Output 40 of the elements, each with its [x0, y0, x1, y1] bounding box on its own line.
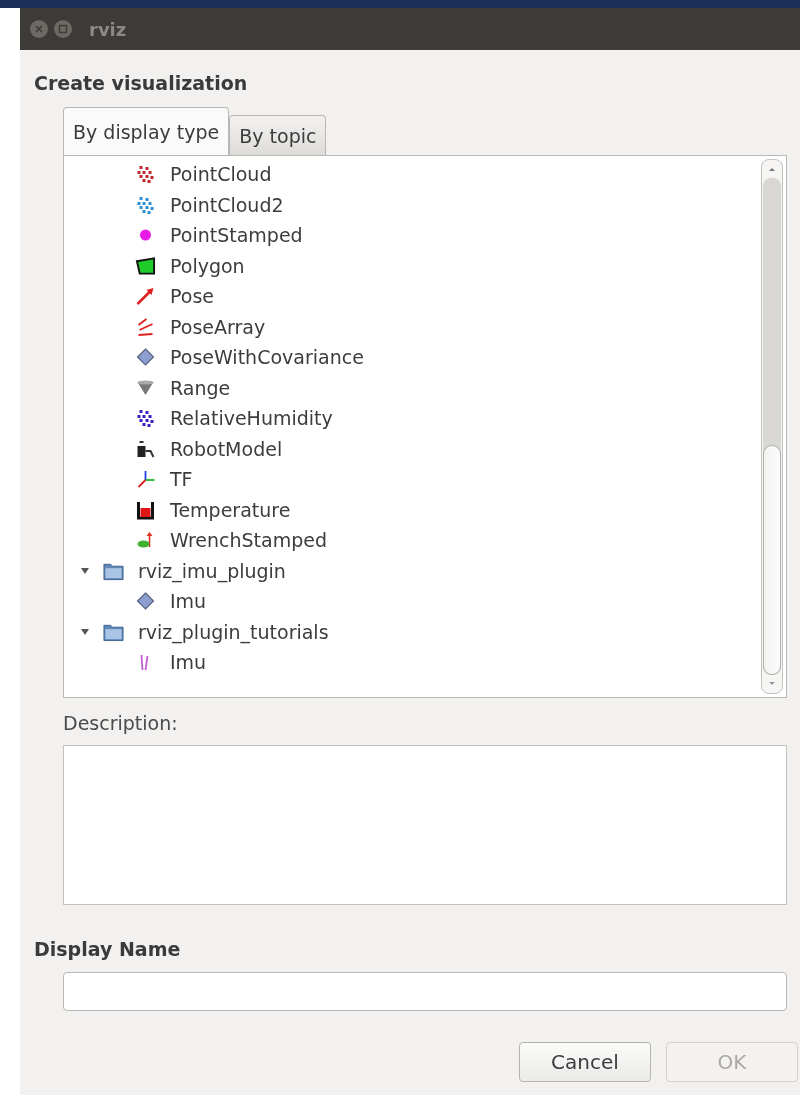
close-icon[interactable] [29, 19, 49, 39]
scrollbar[interactable] [761, 159, 783, 694]
robot-icon [135, 438, 156, 459]
expand-arrow-icon[interactable] [80, 626, 90, 637]
tab[interactable]: By display type [63, 107, 230, 155]
expand-arrow-icon[interactable] [80, 565, 90, 576]
cancel-button[interactable]: Cancel [519, 1042, 651, 1082]
polygon-icon [135, 255, 156, 276]
tree-item[interactable]: PointCloud2 [170, 193, 284, 216]
tab[interactable]: By topic [229, 115, 327, 155]
description-label: Description: [63, 712, 179, 734]
display-name-label: Display Name [34, 938, 182, 960]
tree-item[interactable]: PointCloud [170, 163, 272, 186]
tree-item[interactable]: RelativeHumidity [170, 407, 333, 430]
beaker-icon [135, 499, 156, 520]
window-title: rviz [89, 18, 127, 40]
tree-item[interactable]: PointStamped [170, 224, 303, 247]
tree-item[interactable]: Pose [170, 285, 214, 308]
tree-item[interactable]: TF [170, 468, 193, 491]
tree-item[interactable]: Polygon [170, 254, 245, 277]
tree-item[interactable]: rviz_imu_plugin [138, 559, 286, 582]
tree-item[interactable]: Range [170, 376, 231, 399]
tree-item[interactable]: Imu [170, 590, 207, 613]
tree-item[interactable]: PoseWithCovariance [170, 346, 364, 369]
axes-icon [135, 469, 156, 490]
arrows-icon [135, 316, 156, 337]
scroll-up-icon[interactable] [767, 165, 777, 173]
section-heading: Create visualization [34, 72, 249, 94]
tree-item[interactable]: WrenchStamped [170, 529, 328, 552]
diamond-icon [135, 347, 156, 368]
minimize-icon[interactable] [53, 19, 73, 39]
tree-item[interactable]: rviz_plugin_tutorials [138, 620, 329, 643]
tree-item[interactable]: Imu [170, 651, 207, 674]
diamond-icon [135, 591, 156, 612]
tree-item[interactable]: Temperature [170, 498, 291, 521]
display-name-field[interactable] [63, 972, 787, 1011]
tree-item[interactable]: PoseArray [170, 315, 266, 338]
tree-item[interactable]: RobotModel [170, 437, 283, 460]
scroll-down-icon[interactable] [767, 680, 777, 688]
arrow-icon [135, 286, 156, 307]
